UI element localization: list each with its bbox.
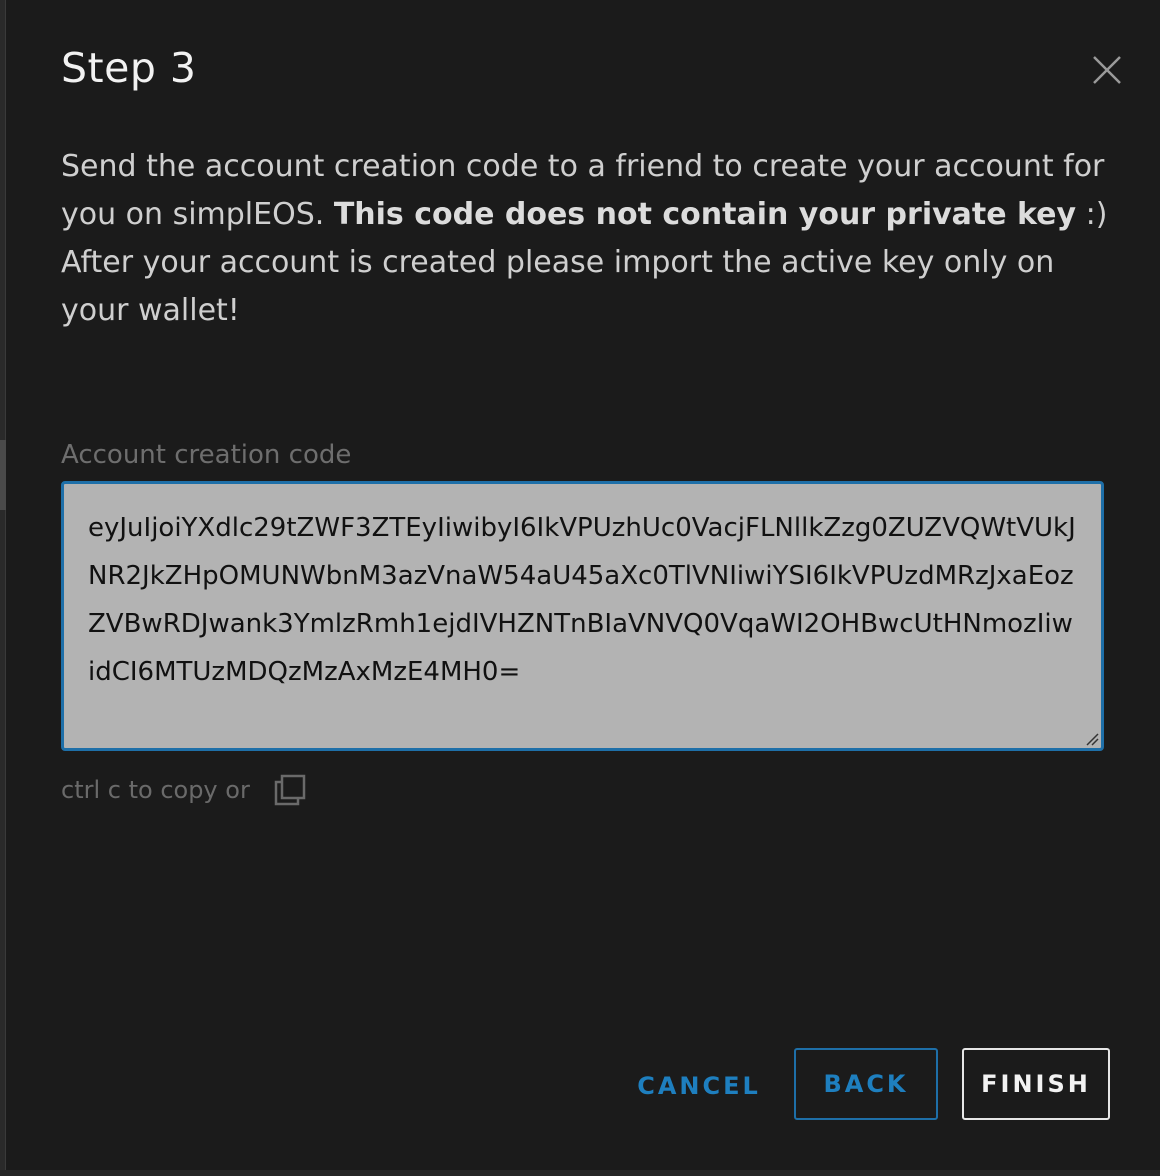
code-field-label: Account creation code	[61, 440, 352, 470]
account-code-textarea[interactable]: eyJuIjoiYXdlc29tZWF3ZTEyIiwibyI6IkVPUzhU…	[61, 481, 1104, 751]
window-edge	[0, 0, 6, 1176]
copy-row: ctrl c to copy or	[61, 772, 308, 808]
account-code-value: eyJuIjoiYXdlc29tZWF3ZTEyIiwibyI6IkVPUzhU…	[88, 513, 1076, 687]
description-smiley: :)	[1076, 197, 1108, 232]
dialog-description: Send the account creation code to a frie…	[61, 143, 1111, 335]
finish-button[interactable]: FINISH	[962, 1048, 1110, 1120]
copy-hint: ctrl c to copy or	[61, 776, 250, 804]
back-button[interactable]: BACK	[794, 1048, 938, 1120]
description-emphasis: This code does not contain your private …	[333, 197, 1077, 232]
dialog-title: Step 3	[61, 44, 197, 92]
copy-icon[interactable]	[272, 772, 308, 808]
step-dialog: Step 3 Send the account creation code to…	[7, 0, 1160, 1170]
resize-grip-icon[interactable]	[1083, 730, 1099, 746]
window-bottom-edge	[0, 1170, 1160, 1176]
close-icon	[1093, 56, 1121, 84]
edge-notch	[0, 440, 6, 510]
cancel-button[interactable]: CANCEL	[629, 1050, 769, 1122]
description-instruction: After your account is created please imp…	[61, 245, 1055, 328]
close-button[interactable]	[1089, 52, 1125, 88]
